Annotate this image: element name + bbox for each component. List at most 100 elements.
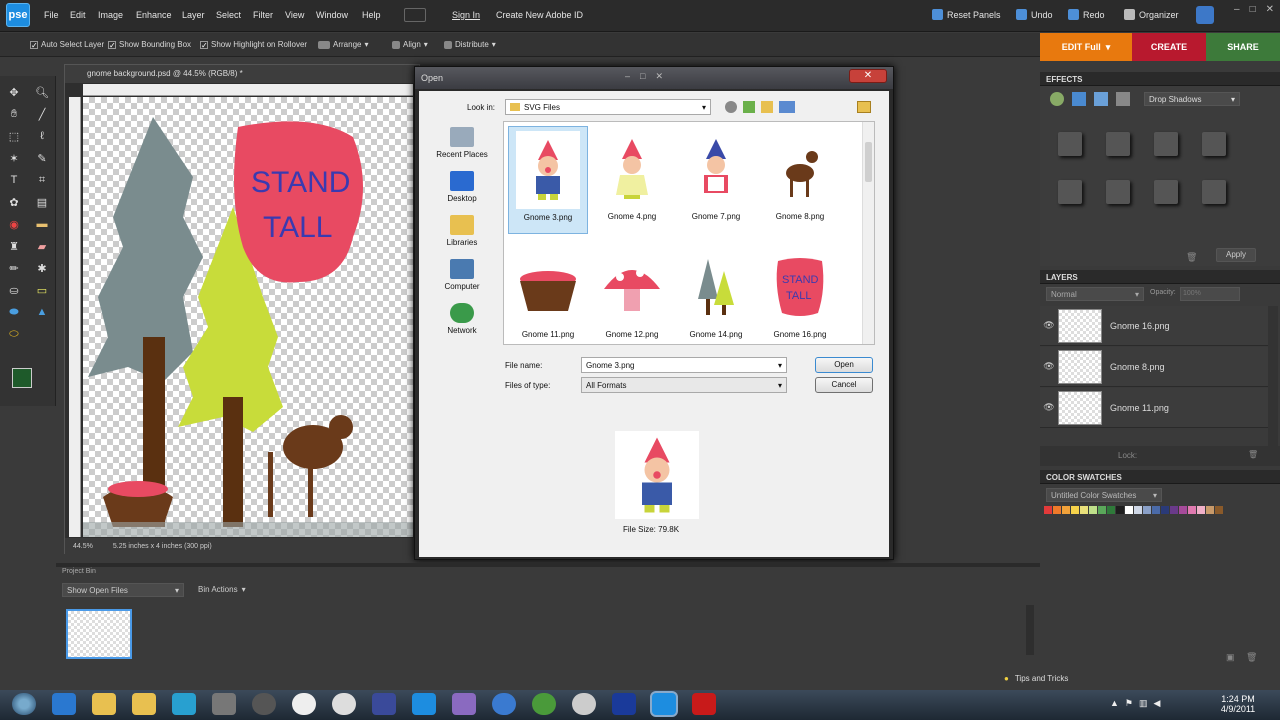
sign-in-link[interactable]: Sign In bbox=[452, 10, 480, 20]
trash-icon[interactable]: 🗑︎ bbox=[1246, 652, 1257, 663]
move-tool-icon[interactable]: ✥ bbox=[3, 82, 25, 102]
file-item[interactable]: Gnome 11.png bbox=[508, 244, 588, 352]
layer-styles-icon[interactable] bbox=[1072, 92, 1086, 106]
taskbar-app[interactable] bbox=[84, 690, 124, 718]
color-swatch[interactable] bbox=[1071, 506, 1079, 514]
image-canvas[interactable]: STAND TALL bbox=[83, 97, 413, 537]
color-swatch[interactable] bbox=[1044, 506, 1052, 514]
filters-icon[interactable] bbox=[1116, 92, 1130, 106]
paint-bucket-tool-icon[interactable]: ⛀ bbox=[3, 280, 25, 300]
smart-brush-tool-icon[interactable]: ✱ bbox=[31, 258, 53, 278]
trash-icon[interactable]: 🗑︎ bbox=[1186, 252, 1197, 263]
organizer-button[interactable]: Organizer bbox=[1124, 9, 1179, 20]
maximize-icon[interactable]: □ bbox=[1250, 4, 1256, 15]
taskbar-app[interactable] bbox=[364, 690, 404, 718]
color-swatch[interactable] bbox=[1206, 506, 1214, 514]
clone-stamp-tool-icon[interactable]: ♜ bbox=[3, 236, 25, 256]
trash-icon[interactable]: 🗑︎ bbox=[1248, 450, 1258, 459]
new-folder-icon[interactable] bbox=[761, 101, 773, 113]
menu-view[interactable]: View bbox=[285, 10, 304, 20]
taskbar-app[interactable] bbox=[484, 690, 524, 718]
bounding-box-option[interactable]: ✓ Show Bounding Box bbox=[108, 40, 191, 49]
checkbox-checked-icon[interactable]: ✓ bbox=[108, 40, 116, 49]
color-swatch[interactable] bbox=[1143, 506, 1151, 514]
eyedropper-tool-icon[interactable]: ╱ bbox=[31, 104, 53, 124]
document-tab[interactable]: gnome background.psd @ 44.5% (RGB/8) * bbox=[65, 65, 419, 83]
effect-thumbnail[interactable] bbox=[1058, 180, 1082, 204]
menu-help[interactable]: Help bbox=[362, 10, 381, 20]
eraser-tool-icon[interactable]: ▰ bbox=[31, 236, 53, 256]
reset-panels-button[interactable]: Reset Panels bbox=[932, 9, 1001, 20]
color-swatch[interactable] bbox=[1098, 506, 1106, 514]
arrange-menu[interactable]: Arrange ▾ bbox=[318, 40, 368, 49]
selection-brush-tool-icon[interactable]: ✎ bbox=[31, 148, 53, 168]
color-swatch[interactable] bbox=[1107, 506, 1115, 514]
bin-actions-menu[interactable]: Bin Actions ▾ bbox=[198, 585, 246, 594]
cookie-cutter-tool-icon[interactable]: ✿ bbox=[3, 192, 25, 212]
lasso-tool-icon[interactable]: ℓ bbox=[31, 126, 53, 146]
effect-thumbnail[interactable] bbox=[1202, 180, 1226, 204]
shape-tool-icon[interactable]: ⬬ bbox=[3, 302, 25, 322]
taskbar-app[interactable] bbox=[684, 690, 724, 718]
taskbar-app[interactable] bbox=[324, 690, 364, 718]
eye-icon[interactable]: 👁︎ bbox=[1040, 361, 1058, 372]
effect-thumbnail[interactable] bbox=[1058, 132, 1082, 156]
hand-tool-icon[interactable]: ✋︎ bbox=[3, 104, 25, 124]
undo-button[interactable]: Undo bbox=[1016, 9, 1053, 20]
taskbar-app[interactable] bbox=[164, 690, 204, 718]
color-swatch[interactable] bbox=[1089, 506, 1097, 514]
zoom-tool-icon[interactable]: 🔍︎ bbox=[31, 82, 53, 102]
swatch-set-dropdown[interactable]: Untitled Color Swatches ▾ bbox=[1046, 488, 1162, 502]
color-swatch[interactable] bbox=[1134, 506, 1142, 514]
taskbar-app[interactable] bbox=[444, 690, 484, 718]
create-id-link[interactable]: Create New Adobe ID bbox=[496, 10, 583, 20]
color-swatch[interactable] bbox=[1161, 506, 1169, 514]
color-swatch[interactable] bbox=[1116, 506, 1124, 514]
taskbar-app[interactable] bbox=[124, 690, 164, 718]
volume-icon[interactable]: ◀ bbox=[1154, 698, 1161, 709]
menu-edit[interactable]: Edit bbox=[70, 10, 86, 20]
folder-preview-icon[interactable] bbox=[857, 101, 871, 113]
color-swatch[interactable] bbox=[1152, 506, 1160, 514]
gradient-tool-icon[interactable]: ▭ bbox=[31, 280, 53, 300]
file-item[interactable]: Gnome 14.png bbox=[676, 244, 756, 352]
layer-row[interactable]: 👁︎ Gnome 16.png bbox=[1040, 306, 1268, 346]
tray-arrow-icon[interactable]: ▲ bbox=[1110, 698, 1119, 709]
effect-thumbnail[interactable] bbox=[1106, 180, 1130, 204]
eye-icon[interactable]: 👁︎ bbox=[1040, 402, 1058, 413]
flag-icon[interactable]: ⚑ bbox=[1125, 698, 1133, 709]
color-swatch[interactable] bbox=[1215, 506, 1223, 514]
magic-wand-tool-icon[interactable]: ✶ bbox=[3, 148, 25, 168]
zoom-level[interactable]: 44.5% bbox=[73, 543, 93, 550]
file-item[interactable]: STAND TALL Gnome 16.png bbox=[760, 244, 840, 352]
tips-link[interactable]: Tips and Tricks bbox=[1015, 674, 1069, 683]
taskbar-app[interactable] bbox=[44, 690, 84, 718]
taskbar-app[interactable] bbox=[604, 690, 644, 718]
swatches-header[interactable]: COLOR SWATCHES bbox=[1040, 470, 1280, 484]
healing-brush-tool-icon[interactable]: ▬ bbox=[31, 214, 53, 234]
new-swatch-icon[interactable]: ▣ bbox=[1226, 652, 1235, 663]
highlight-option[interactable]: ✓ Show Highlight on Rollover bbox=[200, 40, 307, 49]
layer-row[interactable]: 👁︎ Gnome 8.png bbox=[1040, 347, 1268, 387]
dialog-titlebar[interactable]: Open –□✕ bbox=[415, 67, 893, 89]
auto-select-option[interactable]: ✓ Auto Select Layer bbox=[30, 40, 104, 49]
photo-effects-icon[interactable] bbox=[1094, 92, 1108, 106]
opacity-field[interactable]: 100% bbox=[1180, 287, 1240, 301]
file-list-scrollbar[interactable] bbox=[862, 122, 874, 344]
clock[interactable]: 1:24 PM 4/9/2011 bbox=[1212, 694, 1264, 714]
color-swatch[interactable] bbox=[1062, 506, 1070, 514]
checkbox-checked-icon[interactable]: ✓ bbox=[30, 40, 38, 49]
place-recent[interactable]: Recent Places bbox=[427, 127, 497, 159]
place-network[interactable]: Network bbox=[427, 303, 497, 335]
menu-window[interactable]: Window bbox=[316, 10, 348, 20]
workspace-icon[interactable] bbox=[404, 8, 426, 22]
taskbar-app[interactable] bbox=[644, 690, 684, 718]
color-swatch[interactable] bbox=[1125, 506, 1133, 514]
file-name-input[interactable]: Gnome 3.png ▾ bbox=[581, 357, 787, 373]
close-icon[interactable]: ✕ bbox=[1266, 4, 1274, 15]
taskbar-app[interactable] bbox=[404, 690, 444, 718]
show-files-dropdown[interactable]: Show Open Files ▾ bbox=[62, 583, 184, 597]
tab-share[interactable]: SHARE bbox=[1206, 33, 1280, 61]
taskbar-app[interactable] bbox=[204, 690, 244, 718]
redo-button[interactable]: Redo bbox=[1068, 9, 1105, 20]
